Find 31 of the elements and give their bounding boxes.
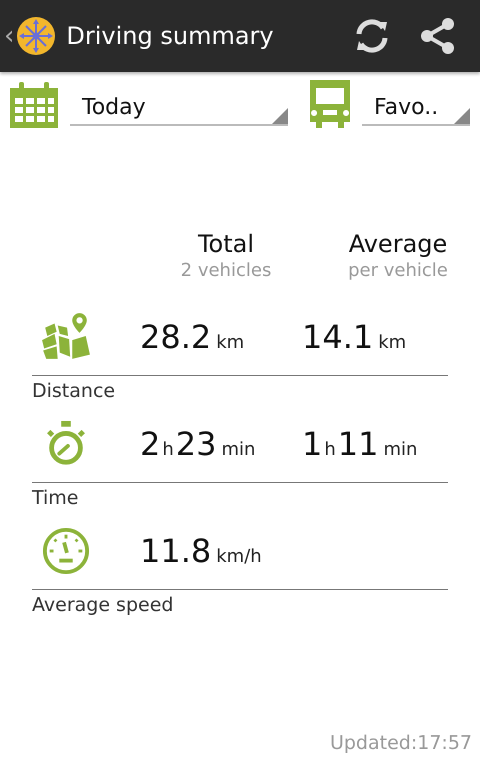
vehicle-dropdown[interactable]: Favo.. [362, 82, 470, 126]
value-number: 28.2 [140, 318, 212, 356]
value-number: 23 [176, 425, 216, 463]
truck-icon [310, 80, 350, 128]
column-title: Average [348, 230, 448, 258]
metric-label: Distance [32, 379, 116, 404]
column-subtitle: 2 vehicles [180, 260, 272, 281]
updated-time: Updated:17:57 [330, 732, 472, 754]
value-number: 2 [140, 425, 160, 463]
metric-label: Average speed [32, 593, 174, 618]
column-title: Total [196, 230, 256, 258]
unit-label: km/h [216, 546, 262, 567]
compass-logo-icon[interactable] [16, 16, 56, 56]
unit-label: h [324, 439, 336, 460]
map-pin-icon [40, 313, 92, 361]
speedometer-icon [40, 527, 92, 575]
back-icon[interactable]: ‹ [4, 21, 14, 51]
calendar-icon [10, 80, 58, 128]
column-subtitle: per vehicle [347, 260, 449, 281]
screen-title: Driving summary [66, 22, 275, 50]
unit-label: min [222, 439, 256, 460]
value-number: 11 [338, 425, 378, 463]
unit-label: km [216, 332, 244, 353]
value-number: 14.1 [302, 318, 374, 356]
value-number: 11.8 [140, 532, 212, 570]
metric-label: Time [32, 486, 80, 511]
period-dropdown[interactable]: Today [70, 82, 288, 126]
unit-label: h [162, 439, 174, 460]
unit-label: min [384, 439, 418, 460]
unit-label: km [378, 332, 406, 353]
value-number: 1 [302, 425, 322, 463]
